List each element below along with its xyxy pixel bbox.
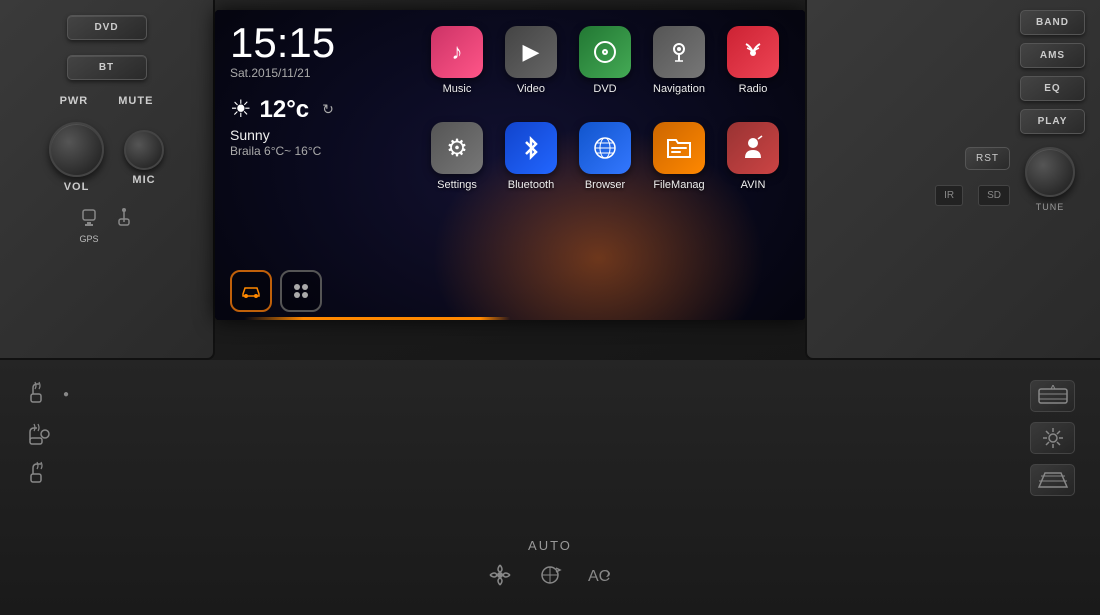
- filemanag-label: FileManag: [653, 179, 704, 191]
- app-browser[interactable]: Browser: [571, 122, 639, 212]
- bt-button[interactable]: BT: [67, 55, 147, 80]
- music-label: Music: [443, 83, 472, 95]
- gps-label: GPS: [79, 234, 98, 244]
- filemanag-icon-box[interactable]: [653, 122, 705, 174]
- seat-heat-2: [25, 420, 275, 448]
- usb-icon: [114, 208, 134, 230]
- play-button[interactable]: PLAY: [1020, 109, 1085, 134]
- seat-heat-3: [25, 460, 275, 488]
- avin-label: AVIN: [741, 179, 766, 191]
- car-icon-button[interactable]: [230, 270, 272, 312]
- rear-window-button[interactable]: [1030, 464, 1075, 496]
- navigation-label: Navigation: [653, 83, 705, 95]
- nav-icon-box[interactable]: [653, 26, 705, 78]
- avin-icon-box[interactable]: [727, 122, 779, 174]
- weather-block: ☀ 12°c ↻ Sunny Braila 6°C~ 16°C: [230, 95, 334, 158]
- mute-label: MUTE: [118, 95, 153, 107]
- sd-button[interactable]: SD: [978, 185, 1010, 206]
- right-panel: BAND AMS EQ PLAY RST IR SD TUNE: [805, 0, 1100, 360]
- radio-icon-box[interactable]: [727, 26, 779, 78]
- dvd-icon-box[interactable]: [579, 26, 631, 78]
- fan-speed-button[interactable]: [486, 561, 514, 595]
- rear-defrost-button[interactable]: [1030, 380, 1075, 412]
- vol-label: VOL: [64, 181, 90, 193]
- seat-heat-1: ●: [25, 380, 275, 408]
- band-button[interactable]: BAND: [1020, 10, 1085, 35]
- refresh-icon[interactable]: ↻: [322, 101, 334, 118]
- settings-label: Settings: [437, 179, 477, 191]
- app-filemanag[interactable]: FileManag: [645, 122, 713, 212]
- tune-knob[interactable]: [1025, 147, 1075, 197]
- dash-right: [800, 360, 1100, 615]
- app-avin[interactable]: AVIN: [719, 122, 787, 212]
- browser-label: Browser: [585, 179, 625, 191]
- dots-button[interactable]: [280, 270, 322, 312]
- browser-icon-box[interactable]: [579, 122, 631, 174]
- dashboard-bottom: ● AUTO: [0, 360, 1100, 615]
- screen-indicator: [215, 317, 805, 320]
- bluetooth-icon-box[interactable]: [505, 122, 557, 174]
- gps-icon: [79, 208, 99, 230]
- temperature-display: 12°c: [260, 96, 310, 124]
- settings2-button[interactable]: [1030, 422, 1075, 454]
- mic-label: MIC: [132, 174, 155, 186]
- auto-label: AUTO: [528, 538, 572, 553]
- app-video[interactable]: ▶ Video: [497, 26, 565, 116]
- weather-range: Braila 6°C~ 16°C: [230, 144, 334, 158]
- mic-knob[interactable]: [124, 130, 164, 170]
- settings-icon-box[interactable]: ⚙: [431, 122, 483, 174]
- app-settings[interactable]: ⚙ Settings: [423, 122, 491, 212]
- dash-center: AUTO: [300, 360, 800, 615]
- pwr-label: PWR: [60, 95, 89, 107]
- left-panel: DVD BT PWR MUTE VOL MIC: [0, 0, 215, 360]
- app-dvd[interactable]: DVD: [571, 26, 639, 116]
- tune-label: TUNE: [1036, 202, 1065, 212]
- eq-button[interactable]: EQ: [1020, 76, 1085, 101]
- video-label: Video: [517, 83, 545, 95]
- climate-icons-row: AC: [486, 561, 614, 595]
- dvd-button[interactable]: DVD: [67, 15, 147, 40]
- weather-icon: ☀: [230, 95, 252, 124]
- car-interior: DVD BT PWR MUTE VOL MIC: [0, 0, 1100, 615]
- weather-condition: Sunny: [230, 127, 334, 143]
- fan-direction-button[interactable]: [534, 562, 566, 594]
- app-radio[interactable]: Radio: [719, 26, 787, 116]
- vol-knob[interactable]: [49, 122, 104, 177]
- head-unit-screen: 15:15 Sat.2015/11/21 ☀ 12°c ↻ Sunny Brai…: [215, 10, 805, 320]
- app-navigation[interactable]: Navigation: [645, 26, 713, 116]
- bluetooth-label: Bluetooth: [508, 179, 554, 191]
- ams-button[interactable]: AMS: [1020, 43, 1085, 68]
- video-icon-box[interactable]: ▶: [505, 26, 557, 78]
- app-bluetooth[interactable]: Bluetooth: [497, 122, 565, 212]
- dvd-label: DVD: [593, 83, 616, 95]
- rst-button[interactable]: RST: [965, 147, 1010, 170]
- dash-left: ●: [0, 360, 300, 615]
- screen-bottom-row: [230, 270, 322, 312]
- apps-grid: ♪ Music ▶ Video DVD: [415, 18, 795, 220]
- music-icon-box[interactable]: ♪: [431, 26, 483, 78]
- ir-button[interactable]: IR: [935, 185, 963, 206]
- radio-label: Radio: [739, 83, 768, 95]
- app-music[interactable]: ♪ Music: [423, 26, 491, 116]
- ac-button[interactable]: AC: [586, 561, 614, 595]
